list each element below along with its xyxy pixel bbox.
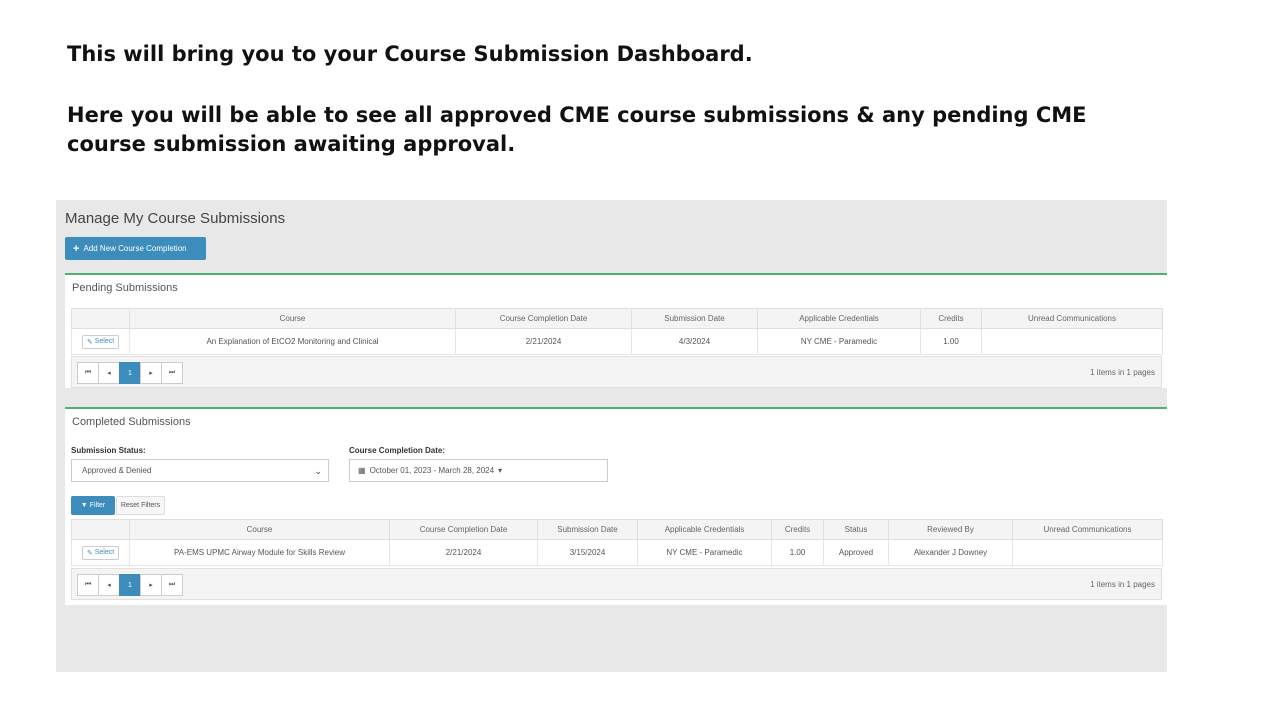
chevron-down-icon: ⌄ — [314, 466, 322, 476]
pending-pager-bar: ⏮ ◂ 1 ▸ ⏭ 1 items in 1 pages — [71, 356, 1162, 388]
column-header-course[interactable]: Course — [129, 519, 390, 540]
completion-date-label: Course Completion Date: — [349, 446, 446, 455]
select-cell: ✎ Select — [71, 539, 130, 566]
column-header-credits[interactable]: Credits — [771, 519, 824, 540]
column-header-completion-date[interactable]: Course Completion Date — [389, 519, 538, 540]
submission-status-label: Submission Status: — [71, 446, 146, 455]
column-header — [71, 519, 130, 540]
first-page-button[interactable]: ⏮ — [77, 362, 99, 384]
pending-table: Course Course Completion Date Submission… — [71, 308, 1163, 355]
date-range-value: October 01, 2023 - March 28, 2024 — [369, 466, 495, 475]
calendar-icon: ▦ — [358, 466, 366, 475]
select-button[interactable]: ✎ Select — [81, 545, 120, 560]
completion-date-cell: 2/21/2024 — [389, 539, 538, 566]
pager-info: 1 items in 1 pages — [1090, 368, 1155, 377]
status-cell: Approved — [823, 539, 889, 566]
page-title: Manage My Course Submissions — [65, 210, 286, 227]
select-label: Select — [94, 338, 115, 345]
submission-date-cell: 4/3/2024 — [631, 328, 758, 355]
pending-pager: ⏮ ◂ 1 ▸ ⏭ — [77, 362, 183, 384]
column-header-submission-date[interactable]: Submission Date — [631, 308, 758, 329]
completed-pager-bar: ⏮ ◂ 1 ▸ ⏭ 1 items in 1 pages — [71, 568, 1162, 600]
table-header-row: Course Course Completion Date Submission… — [71, 519, 1163, 540]
select-cell: ✎ Select — [71, 328, 130, 355]
prev-page-button[interactable]: ◂ — [98, 362, 120, 384]
course-cell: An Explanation of EtCO2 Monitoring and C… — [129, 328, 456, 355]
completed-panel-title: Completed Submissions — [72, 416, 191, 428]
completed-submissions-panel: Completed Submissions Submission Status:… — [65, 407, 1167, 605]
pending-submissions-panel: Pending Submissions Course Course Comple… — [65, 273, 1167, 388]
column-header — [71, 308, 130, 329]
column-header-unread[interactable]: Unread Communications — [981, 308, 1163, 329]
unread-cell — [1012, 539, 1163, 566]
completed-pager: ⏮ ◂ 1 ▸ ⏭ — [77, 574, 183, 596]
column-header-unread[interactable]: Unread Communications — [1012, 519, 1163, 540]
submission-status-value: Approved & Denied — [82, 466, 152, 475]
column-header-reviewed-by[interactable]: Reviewed By — [888, 519, 1013, 540]
select-label: Select — [94, 549, 115, 556]
last-page-button[interactable]: ⏭ — [161, 362, 183, 384]
caret-down-icon: ▾ — [498, 466, 503, 475]
submission-date-cell: 3/15/2024 — [537, 539, 638, 566]
course-cell: PA-EMS UPMC Airway Module for Skills Rev… — [129, 539, 390, 566]
table-header-row: Course Course Completion Date Submission… — [71, 308, 1163, 329]
add-course-completion-button[interactable]: + Add New Course Completion — [65, 237, 206, 260]
submission-status-select[interactable]: Approved & Denied ⌄ — [71, 459, 329, 482]
table-row: ✎ Select PA-EMS UPMC Airway Module for S… — [71, 539, 1163, 566]
reset-filters-button[interactable]: Reset Filters — [116, 496, 165, 515]
reviewed-by-cell: Alexander J Downey — [888, 539, 1013, 566]
next-page-button[interactable]: ▸ — [140, 362, 162, 384]
completion-date-cell: 2/21/2024 — [455, 328, 632, 355]
credits-cell: 1.00 — [771, 539, 824, 566]
unread-cell — [981, 328, 1163, 355]
description-text: Here you will be able to see all approve… — [67, 103, 1087, 156]
filter-icon: ▼ — [80, 502, 88, 509]
credits-cell: 1.00 — [920, 328, 982, 355]
dashboard-screenshot: Manage My Course Submissions + Add New C… — [56, 200, 1167, 672]
first-page-button[interactable]: ⏮ — [77, 574, 99, 596]
next-page-button[interactable]: ▸ — [140, 574, 162, 596]
column-header-course[interactable]: Course — [129, 308, 456, 329]
column-header-status[interactable]: Status — [823, 519, 889, 540]
credentials-cell: NY CME - Paramedic — [637, 539, 772, 566]
date-range-picker[interactable]: ▦ October 01, 2023 - March 28, 2024 ▾ — [349, 459, 608, 482]
add-button-label: Add New Course Completion — [83, 244, 187, 253]
pending-panel-title: Pending Submissions — [72, 282, 178, 294]
column-header-credentials[interactable]: Applicable Credentials — [637, 519, 772, 540]
column-header-credits[interactable]: Credits — [920, 308, 982, 329]
filter-label: Filter — [89, 502, 106, 509]
completed-table: Course Course Completion Date Submission… — [71, 519, 1163, 566]
pencil-icon: ✎ — [86, 549, 93, 557]
select-button[interactable]: ✎ Select — [81, 334, 120, 349]
pager-info: 1 items in 1 pages — [1090, 580, 1155, 589]
column-header-credentials[interactable]: Applicable Credentials — [757, 308, 921, 329]
column-header-submission-date[interactable]: Submission Date — [537, 519, 638, 540]
page-1-button[interactable]: 1 — [119, 574, 141, 596]
credentials-cell: NY CME - Paramedic — [757, 328, 921, 355]
page-1-button[interactable]: 1 — [119, 362, 141, 384]
filter-button[interactable]: ▼ Filter — [71, 496, 115, 515]
prev-page-button[interactable]: ◂ — [98, 574, 120, 596]
pencil-icon: ✎ — [86, 338, 93, 346]
column-header-completion-date[interactable]: Course Completion Date — [455, 308, 632, 329]
table-row: ✎ Select An Explanation of EtCO2 Monitor… — [71, 328, 1163, 355]
intro-text: This will bring you to your Course Submi… — [67, 42, 753, 66]
plus-icon: + — [73, 242, 80, 255]
last-page-button[interactable]: ⏭ — [161, 574, 183, 596]
